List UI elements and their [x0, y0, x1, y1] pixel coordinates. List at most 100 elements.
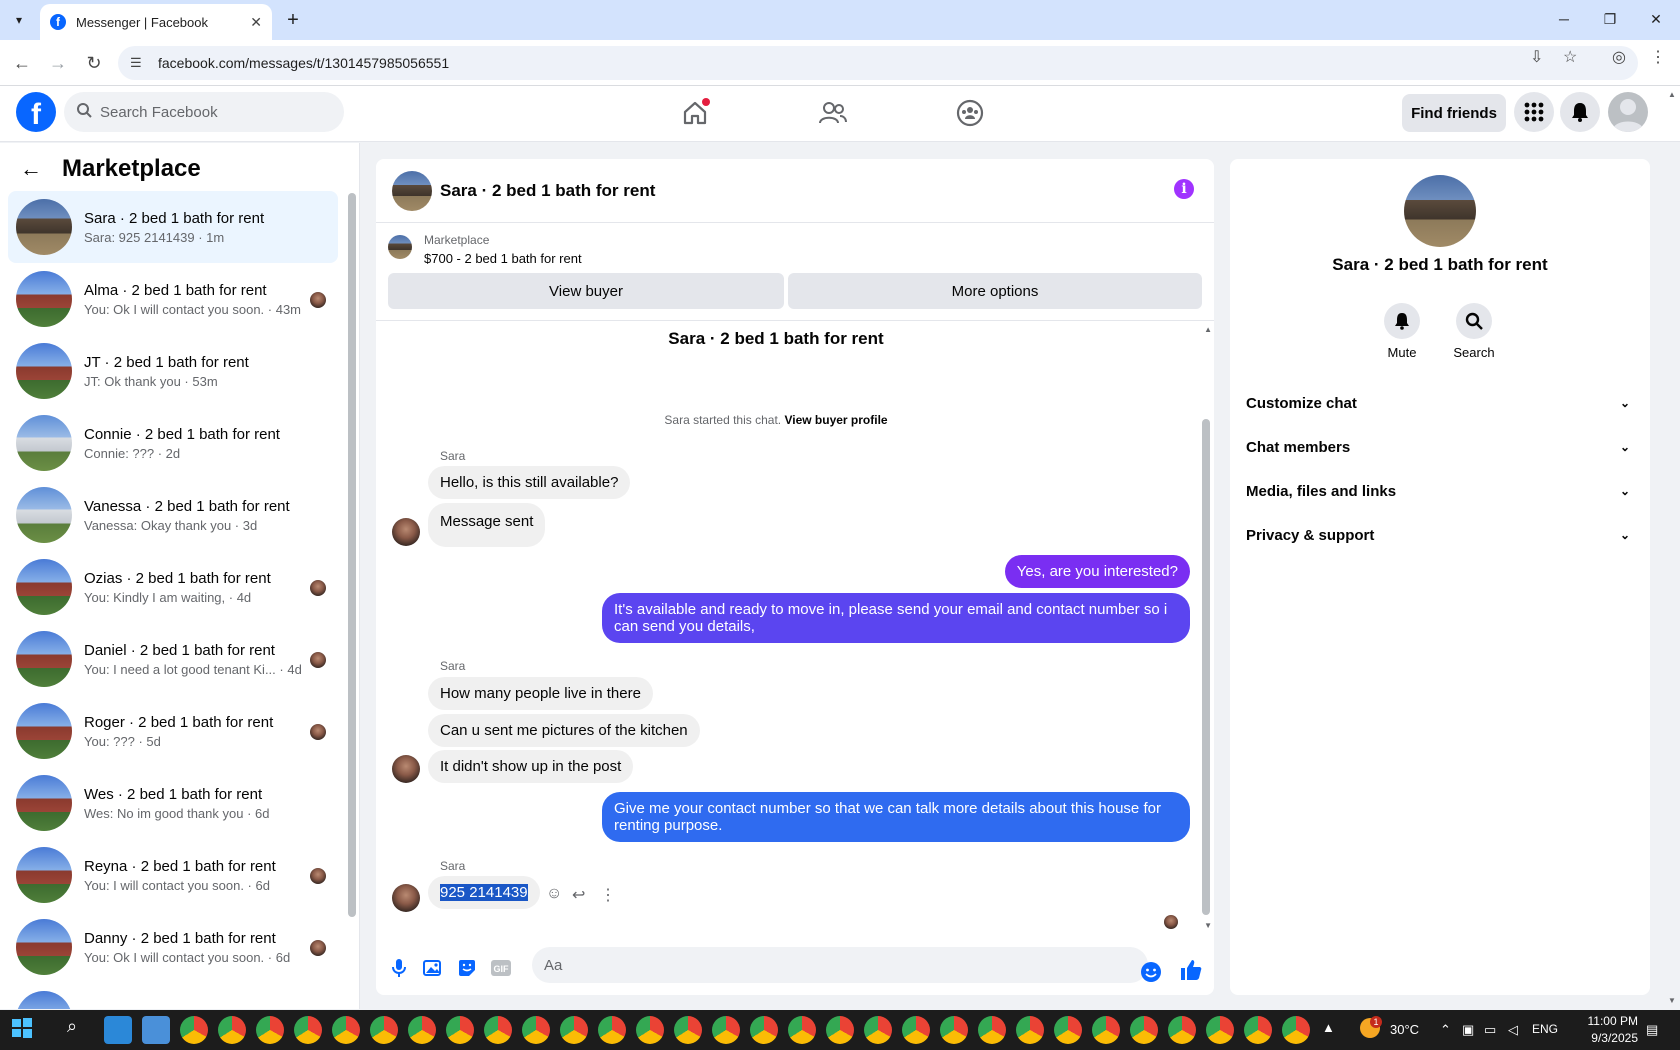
- chrome-window-icon[interactable]: [1092, 1016, 1120, 1044]
- page-scroll-up-icon[interactable]: ▲: [1668, 90, 1676, 99]
- info-icon[interactable]: i: [1174, 179, 1194, 199]
- customize-chat-section[interactable]: Customize chat ⌄: [1246, 381, 1634, 425]
- conversation-item[interactable]: JT · 2 bed 1 bath for rent JT: Ok thank y…: [8, 335, 338, 407]
- chrome-window-icon[interactable]: [940, 1016, 968, 1044]
- search-icon[interactable]: ⌕: [58, 1016, 86, 1044]
- chrome-window-icon[interactable]: [712, 1016, 740, 1044]
- forward-button[interactable]: →: [44, 49, 72, 77]
- notifications-bell-icon[interactable]: [1560, 92, 1600, 132]
- emoji-icon[interactable]: [1140, 961, 1162, 983]
- page-scroll-down-icon[interactable]: ▼: [1668, 996, 1676, 1005]
- site-info-icon[interactable]: ☰: [130, 55, 142, 71]
- chrome-window-icon[interactable]: [522, 1016, 550, 1044]
- chrome-window-icon[interactable]: [864, 1016, 892, 1044]
- network-icon[interactable]: ▭: [1484, 1022, 1496, 1038]
- chrome-window-icon[interactable]: [484, 1016, 512, 1044]
- react-emoji-icon[interactable]: ☺: [546, 885, 562, 903]
- privacy-support-section[interactable]: Privacy & support ⌄: [1246, 513, 1634, 557]
- mute-button[interactable]: Mute: [1372, 303, 1432, 360]
- chrome-window-icon[interactable]: [826, 1016, 854, 1044]
- language-indicator[interactable]: ENG: [1532, 1022, 1558, 1036]
- chrome-window-icon[interactable]: [370, 1016, 398, 1044]
- sender-avatar[interactable]: [392, 884, 420, 912]
- chrome-window-icon[interactable]: [1054, 1016, 1082, 1044]
- contact-avatar[interactable]: [1404, 175, 1476, 247]
- incoming-message[interactable]: Can u sent me pictures of the kitchen: [428, 714, 700, 747]
- scroll-down-arrow-icon[interactable]: ▼: [1204, 921, 1212, 930]
- volume-icon[interactable]: ◁: [1508, 1022, 1518, 1038]
- profile-icon[interactable]: ◎: [1612, 47, 1626, 67]
- more-actions-icon[interactable]: ⋮: [600, 885, 616, 905]
- account-avatar[interactable]: [1608, 92, 1648, 132]
- notification-center-icon[interactable]: ▤: [1646, 1022, 1658, 1038]
- teams-app-icon[interactable]: [104, 1016, 132, 1044]
- more-options-button[interactable]: More options: [788, 273, 1202, 309]
- incoming-message[interactable]: It didn't show up in the post: [428, 750, 634, 783]
- conversation-item[interactable]: Danny · 2 bed 1 bath for rent You: Ok I w…: [8, 911, 338, 983]
- sidebar-scrollbar[interactable]: [348, 193, 356, 917]
- tab-search-button[interactable]: ▾: [6, 8, 32, 32]
- start-windows-icon[interactable]: [10, 1016, 38, 1044]
- conversation-item[interactable]: Alma · 2 bed 1 bath for rent You: Ok I wi…: [8, 263, 338, 335]
- chrome-window-icon[interactable]: [1282, 1016, 1310, 1044]
- tray-chevron-icon[interactable]: ⌃: [1440, 1022, 1451, 1038]
- listing-thumbnail[interactable]: [388, 235, 412, 259]
- chrome-window-icon[interactable]: [1016, 1016, 1044, 1044]
- outgoing-message[interactable]: It's available and ready to move in, ple…: [602, 593, 1190, 643]
- chrome-window-icon[interactable]: [332, 1016, 360, 1044]
- reload-button[interactable]: ↻: [80, 49, 108, 77]
- listing-price[interactable]: $700 - 2 bed 1 bath for rent: [424, 251, 582, 266]
- chrome-window-icon[interactable]: [978, 1016, 1006, 1044]
- browser-tab[interactable]: f Messenger | Facebook ✕: [40, 4, 272, 40]
- install-app-icon[interactable]: ⇩: [1530, 47, 1543, 67]
- selected-phone-number[interactable]: 925 2141439: [440, 884, 528, 901]
- new-tab-button[interactable]: +: [280, 8, 306, 32]
- chrome-window-icon[interactable]: [1244, 1016, 1272, 1044]
- view-buyer-button[interactable]: View buyer: [388, 273, 784, 309]
- file-explorer-icon[interactable]: [142, 1016, 170, 1044]
- weather-temp[interactable]: 30°C: [1390, 1022, 1419, 1037]
- chrome-window-icon[interactable]: [180, 1016, 208, 1044]
- conversation-item[interactable]: Reyna · 2 bed 1 bath for rent You: I will…: [8, 839, 338, 911]
- chat-members-section[interactable]: Chat members ⌄: [1246, 425, 1634, 469]
- outgoing-message[interactable]: Yes, are you interested?: [1004, 555, 1190, 588]
- close-window-button[interactable]: ✕: [1634, 6, 1678, 32]
- chrome-window-icon[interactable]: [408, 1016, 436, 1044]
- sticker-icon[interactable]: [456, 957, 478, 979]
- incoming-message[interactable]: 925 2141439: [428, 876, 540, 909]
- friends-icon[interactable]: [816, 96, 850, 130]
- chrome-window-icon[interactable]: [560, 1016, 588, 1044]
- groups-icon[interactable]: [953, 96, 987, 130]
- reply-icon[interactable]: ↩: [572, 885, 585, 905]
- incoming-message[interactable]: Hello, is this still available?: [428, 466, 631, 499]
- show-more-icon[interactable]: ▲: [1322, 1020, 1335, 1035]
- conversation-item[interactable]: Sara · 2 bed 1 bath for rent Sara: 925 21…: [8, 191, 338, 263]
- chrome-window-icon[interactable]: [1168, 1016, 1196, 1044]
- conversation-item[interactable]: Wes · 2 bed 1 bath for rent Wes: No im go…: [8, 767, 338, 839]
- chrome-window-icon[interactable]: [218, 1016, 246, 1044]
- conversation-item[interactable]: Roger · 2 bed 1 bath for rent You: ??? · …: [8, 695, 338, 767]
- conversation-item[interactable]: Vanessa · 2 bed 1 bath for rent Vanessa: …: [8, 479, 338, 551]
- back-arrow-icon[interactable]: ←: [20, 156, 42, 182]
- chat-avatar[interactable]: [392, 170, 432, 211]
- facebook-logo[interactable]: f: [16, 92, 56, 132]
- chrome-window-icon[interactable]: [788, 1016, 816, 1044]
- incoming-message[interactable]: How many people live in there: [428, 677, 653, 710]
- view-buyer-profile-link[interactable]: View buyer profile: [784, 413, 887, 427]
- outgoing-message[interactable]: Give me your contact number so that we c…: [602, 792, 1190, 842]
- chat-scrollbar[interactable]: [1202, 419, 1210, 915]
- chrome-menu-icon[interactable]: ⋮: [1650, 47, 1666, 67]
- chrome-window-icon[interactable]: [598, 1016, 626, 1044]
- photo-icon[interactable]: [422, 957, 444, 979]
- find-friends-button[interactable]: Find friends: [1402, 94, 1506, 132]
- conversation-item[interactable]: Connie · 2 bed 1 bath for rent Connie: ??…: [8, 407, 338, 479]
- chrome-window-icon[interactable]: [1130, 1016, 1158, 1044]
- tab-close-icon[interactable]: ✕: [250, 14, 262, 31]
- chrome-window-icon[interactable]: [294, 1016, 322, 1044]
- thumbs-up-icon[interactable]: [1180, 959, 1202, 981]
- scroll-up-arrow-icon[interactable]: ▲: [1204, 325, 1212, 334]
- gif-icon[interactable]: GIF: [490, 957, 512, 979]
- chrome-window-icon[interactable]: [1206, 1016, 1234, 1044]
- clock[interactable]: 11:00 PM 9/3/2025: [1560, 1013, 1638, 1047]
- facebook-search-input[interactable]: Search Facebook: [64, 92, 344, 132]
